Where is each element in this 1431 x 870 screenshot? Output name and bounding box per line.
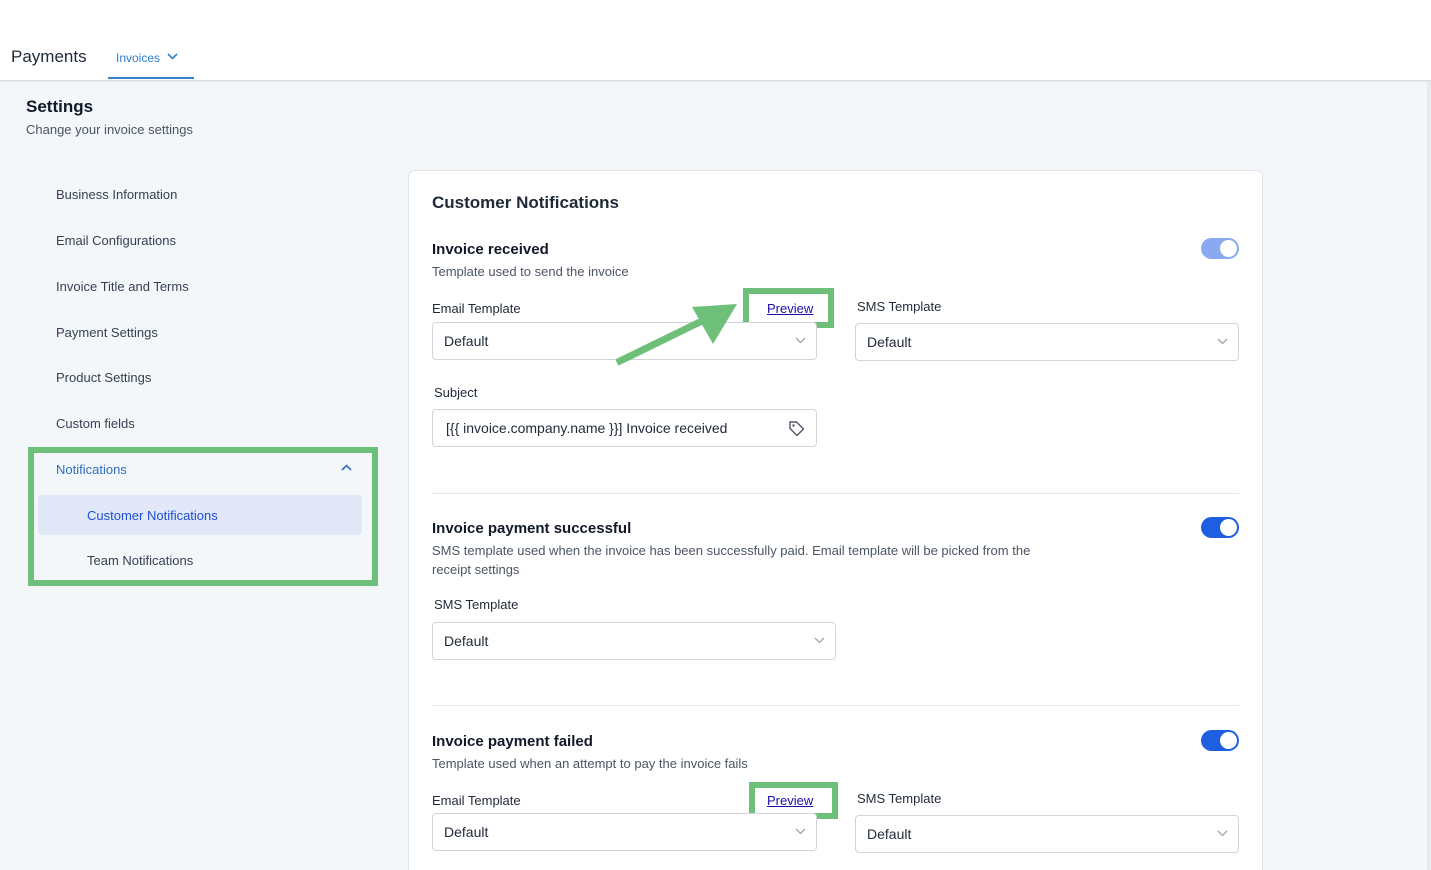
sms-template-select-payment-failed[interactable]: Default [855,815,1239,853]
chevron-down-icon [1217,338,1228,345]
chevron-down-icon [814,637,825,644]
email-template-label: Email Template [432,301,521,316]
page-subtitle: Change your invoice settings [26,122,193,137]
sms-template-label: SMS Template [857,791,942,806]
highlight-box-notifications [28,447,378,586]
toggle-knob [1220,519,1237,536]
email-template-label: Email Template [432,793,521,808]
card-title: Customer Notifications [432,193,620,212]
section-title-payment-successful: Invoice payment successful [432,520,632,537]
section-desc-invoice-received: Template used to send the invoice [432,264,629,279]
tab-invoices[interactable]: Invoices [108,49,194,79]
subject-input[interactable]: [{{ invoice.company.name }}] Invoice rec… [432,409,817,447]
subject-label: Subject [434,385,478,400]
section-divider [432,493,1239,494]
chevron-down-icon [795,828,806,835]
toggle-invoice-received[interactable] [1201,238,1239,259]
chevron-down-icon [167,53,178,60]
sms-template-select-invoice-received[interactable]: Default [855,323,1239,361]
toggle-knob [1220,732,1237,749]
section-desc-payment-successful: SMS template used when the invoice has b… [432,543,1031,577]
sidebar-item-custom-fields[interactable]: Custom fields [56,416,135,431]
sms-template-label: SMS Template [857,299,942,314]
select-value: Default [444,333,489,349]
section-desc-payment-failed: Template used when an attempt to pay the… [432,756,748,771]
top-bar: Payments Invoices [0,0,1431,81]
sidebar-item-payment-settings[interactable]: Payment Settings [56,325,158,340]
tag-icon[interactable] [788,420,805,437]
sidebar-item-business-information[interactable]: Business Information [56,187,177,202]
section-title-payment-failed: Invoice payment failed [432,733,593,750]
sms-template-label: SMS Template [434,597,519,612]
email-template-select-payment-failed[interactable]: Default [432,813,817,851]
select-value: Default [444,633,489,649]
select-value: Default [867,826,912,842]
arrow-annotation-icon [615,304,737,366]
toggle-knob [1220,240,1237,257]
sidebar-item-email-configurations[interactable]: Email Configurations [56,233,176,248]
section-title-invoice-received: Invoice received [432,241,549,258]
subject-value: [{{ invoice.company.name }}] Invoice rec… [446,420,728,436]
app-title: Payments [11,47,87,66]
page-title: Settings [26,97,94,116]
toggle-payment-failed[interactable] [1201,730,1239,751]
sidebar-item-invoice-title-terms[interactable]: Invoice Title and Terms [56,279,189,294]
section-divider [432,705,1239,706]
toggle-payment-successful[interactable] [1201,517,1239,538]
sms-template-select-payment-successful[interactable]: Default [432,622,836,660]
select-value: Default [867,334,912,350]
sidebar-item-product-settings[interactable]: Product Settings [56,370,151,385]
tab-invoices-label: Invoices [116,51,161,65]
select-value: Default [444,824,489,840]
chevron-down-icon [1217,830,1228,837]
page-scrollbar[interactable] [1427,81,1431,870]
chevron-down-icon [795,337,806,344]
